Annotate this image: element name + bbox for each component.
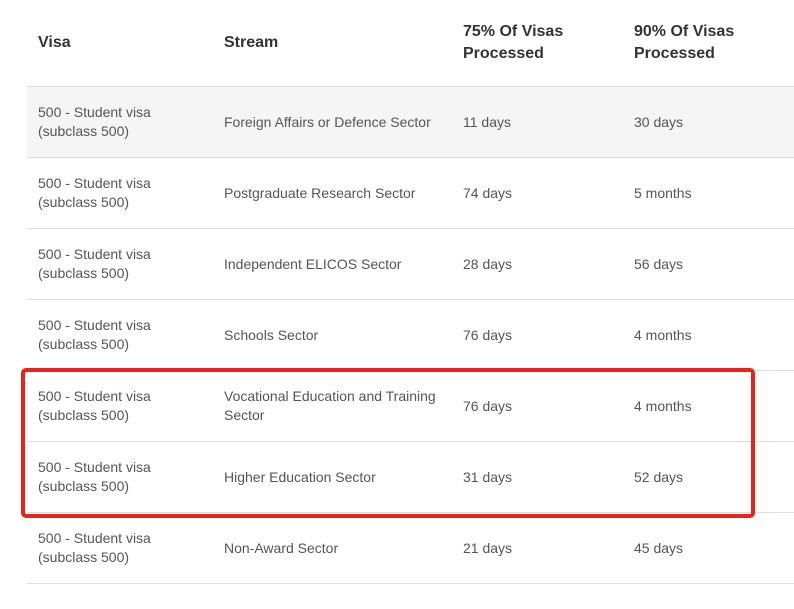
processing-times-table: Visa Stream 75% Of Visas Processed 90% O… [27,0,794,584]
stream-cell-text: Higher Education Sector [224,468,376,485]
processing-times-table-container: Visa Stream 75% Of Visas Processed 90% O… [27,0,794,584]
p75-cell: 76 days [463,370,634,442]
header-visa: Visa [27,0,224,87]
stream-cell-text: Independent ELICOS Sector [224,255,402,272]
visa-cell: 500 - Student visa (subclass 500) [27,299,224,371]
table-row: 500 - Student visa (subclass 500) Foreig… [27,86,794,158]
p90-cell: 45 days [634,512,794,584]
stream-cell: Independent ELICOS Sector [224,228,463,300]
table-row: 500 - Student visa (subclass 500) Higher… [27,441,794,513]
p75-cell: 31 days [463,441,634,513]
visa-cell-text: 500 - Student visa (subclass 500) [38,459,151,494]
stream-cell-text: Postgraduate Research Sector [224,184,416,201]
stream-cell: Postgraduate Research Sector [224,157,463,229]
table-row: 500 - Student visa (subclass 500) Indepe… [27,228,794,300]
stream-cell: Non-Award Sector [224,512,463,584]
visa-cell-text: 500 - Student visa (subclass 500) [38,175,151,210]
visa-cell-text: 500 - Student visa (subclass 500) [38,246,151,281]
stream-cell: Foreign Affairs or Defence Sector [224,86,463,158]
header-75-percent-label: 75% Of Visas Processed [463,23,564,62]
visa-cell: 500 - Student visa (subclass 500) [27,441,224,513]
visa-cell: 500 - Student visa (subclass 500) [27,157,224,229]
p75-cell: 11 days [463,86,634,158]
stream-cell: Vocational Education and Training Sector [224,370,463,442]
table-header-row: Visa Stream 75% Of Visas Processed 90% O… [27,0,794,87]
visa-cell: 500 - Student visa (subclass 500) [27,370,224,442]
stream-cell: Higher Education Sector [224,441,463,513]
p75-cell: 76 days [463,299,634,371]
visa-cell: 500 - Student visa (subclass 500) [27,86,224,158]
visa-cell-text: 500 - Student visa (subclass 500) [38,317,151,352]
p90-cell: 4 months [634,370,794,442]
header-90-percent-label: 90% Of Visas Processed [634,23,735,62]
stream-cell-text: Vocational Education and Training Sector [224,388,436,423]
table-row: 500 - Student visa (subclass 500) Postgr… [27,157,794,229]
visa-cell-text: 500 - Student visa (subclass 500) [38,104,151,139]
stream-cell-text: Schools Sector [224,326,319,343]
stream-cell-text: Foreign Affairs or Defence Sector [224,113,431,130]
p90-cell: 30 days [634,86,794,158]
p90-cell: 5 months [634,157,794,229]
stream-cell-text: Non-Award Sector [224,539,339,556]
table-row: 500 - Student visa (subclass 500) Non-Aw… [27,512,794,584]
visa-cell: 500 - Student visa (subclass 500) [27,228,224,300]
table-row: 500 - Student visa (subclass 500) School… [27,299,794,371]
p90-cell: 4 months [634,299,794,371]
p90-cell: 56 days [634,228,794,300]
table-row: 500 - Student visa (subclass 500) Vocati… [27,370,794,442]
p75-cell: 74 days [463,157,634,229]
p75-cell: 21 days [463,512,634,584]
header-90-percent: 90% Of Visas Processed [634,0,794,87]
visa-cell: 500 - Student visa (subclass 500) [27,512,224,584]
p90-cell: 52 days [634,441,794,513]
p75-cell: 28 days [463,228,634,300]
visa-cell-text: 500 - Student visa (subclass 500) [38,388,151,423]
header-75-percent: 75% Of Visas Processed [463,0,634,87]
visa-cell-text: 500 - Student visa (subclass 500) [38,530,151,565]
header-stream: Stream [224,0,463,87]
stream-cell: Schools Sector [224,299,463,371]
